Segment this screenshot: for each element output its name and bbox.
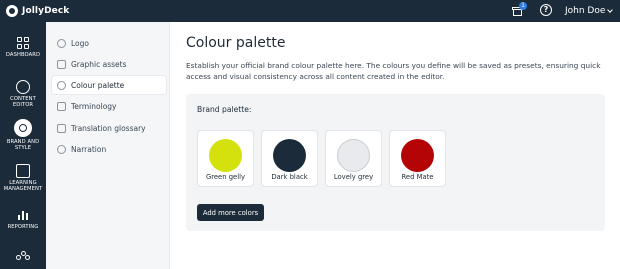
subnav-item-label: Logo	[71, 38, 89, 48]
colour-swatch	[209, 139, 242, 172]
brand-palette-panel: Brand palette: Green gelly Dark black Lo…	[186, 94, 605, 231]
subnav-item-graphic-assets[interactable]: Graphic assets	[52, 55, 166, 73]
top-bar: JollyDeck 1 ? John Doe	[0, 0, 620, 22]
colour-swatch	[401, 139, 434, 172]
nav-item-brand-style[interactable]: BRAND AND STYLE	[0, 119, 46, 151]
translate-icon	[57, 123, 66, 133]
subnav-item-label: Graphic assets	[71, 59, 127, 69]
chevron-down-icon	[607, 6, 614, 13]
narration-icon	[57, 144, 66, 154]
people-icon	[16, 250, 30, 264]
colour-swatch	[273, 139, 306, 172]
subnav-item-colour-palette[interactable]: Colour palette	[52, 76, 166, 94]
page-description: Establish your official brand colour pal…	[186, 61, 601, 81]
subnav-item-narration[interactable]: Narration	[52, 140, 166, 158]
nav-item-reporting[interactable]: REPORTING	[0, 208, 46, 230]
nav-label: REPORTING	[7, 224, 39, 230]
subnav-item-terminology[interactable]: Terminology	[52, 97, 166, 115]
swatch-card[interactable]: Dark black	[261, 130, 318, 187]
nav-label: BRAND AND STYLE	[6, 139, 40, 151]
user-menu[interactable]: John Doe	[565, 5, 614, 17]
brand-palette-label: Brand palette:	[197, 105, 252, 114]
subnav-item-translation-glossary[interactable]: Translation glossary	[52, 119, 166, 137]
book-icon	[57, 101, 66, 111]
main-content: Colour palette Establish your official b…	[170, 22, 620, 269]
nav-label: LEARNING MANAGEMENT	[3, 180, 43, 192]
logo-icon	[6, 5, 18, 17]
swatch-name: Lovely grey	[333, 173, 374, 181]
nav-item-dashboard[interactable]: DASHBOARD	[0, 36, 46, 58]
main-nav: DASHBOARD CONTENT EDITOR BRAND AND STYLE…	[0, 22, 46, 269]
add-more-colors-button[interactable]: Add more colors	[197, 204, 264, 221]
user-name: John Doe	[565, 6, 606, 16]
app-name: JollyDeck	[22, 6, 70, 16]
help-icon[interactable]: ?	[540, 4, 552, 16]
subnav-item-logo[interactable]: Logo	[52, 34, 166, 52]
notification-badge: 1	[519, 2, 527, 10]
swatch-name: Red Mate	[401, 173, 434, 181]
palette-icon	[57, 80, 66, 90]
content-editor-icon	[16, 80, 30, 94]
image-icon	[57, 59, 66, 69]
swatch-card[interactable]: Lovely grey	[325, 130, 382, 187]
swatch-name: Dark black	[271, 173, 308, 181]
app-logo[interactable]: JollyDeck	[6, 4, 69, 18]
subnav-item-label: Translation glossary	[71, 123, 146, 133]
subnav-item-label: Colour palette	[71, 80, 125, 90]
swatch-card[interactable]: Red Mate	[389, 130, 446, 187]
brand-style-subnav: Logo Graphic assets Colour palette Termi…	[46, 22, 170, 269]
learning-management-icon	[16, 164, 30, 178]
nav-label: DASHBOARD	[5, 52, 41, 58]
nav-item-people[interactable]	[0, 250, 46, 266]
page-title: Colour palette	[186, 35, 286, 51]
brand-style-icon	[14, 119, 32, 137]
swatch-card[interactable]: Green gelly	[197, 130, 254, 187]
subnav-item-label: Narration	[71, 144, 107, 154]
subnav-item-label: Terminology	[71, 101, 117, 111]
colour-swatch	[337, 139, 370, 172]
reporting-icon	[16, 208, 30, 222]
dashboard-icon	[16, 36, 30, 50]
nav-item-learning-management[interactable]: LEARNING MANAGEMENT	[0, 164, 46, 192]
swatch-name: Green gelly	[205, 173, 246, 181]
nav-item-content-editor[interactable]: CONTENT EDITOR	[0, 80, 46, 108]
logo-item-icon	[57, 38, 66, 48]
nav-label: CONTENT EDITOR	[10, 96, 36, 108]
